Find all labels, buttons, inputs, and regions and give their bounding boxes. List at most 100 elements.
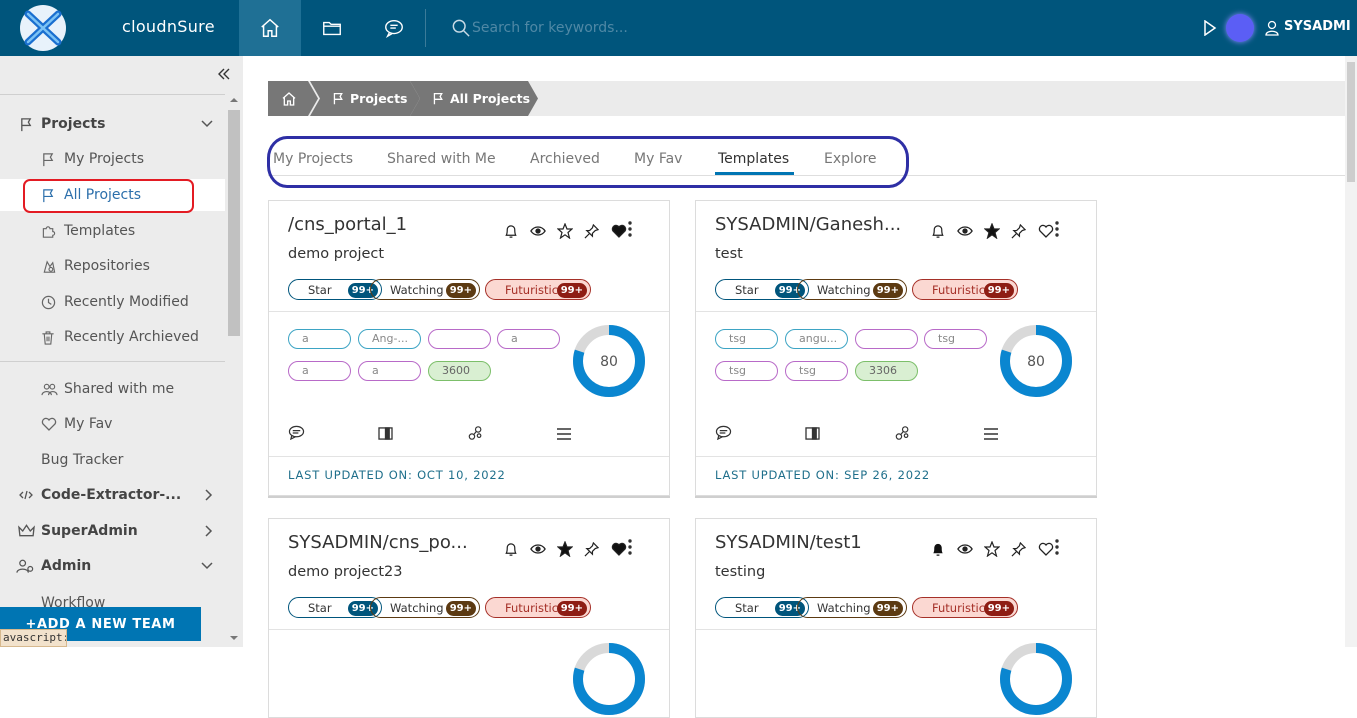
search-input[interactable]: [472, 17, 772, 39]
columns-icon[interactable]: [378, 425, 393, 444]
sidebar-item-admin[interactable]: Admin: [0, 550, 225, 582]
nav-home-button[interactable]: [239, 0, 301, 56]
sidebar-item-repositories[interactable]: Repositories: [0, 250, 225, 282]
sidebar-item-templates[interactable]: Templates: [0, 215, 225, 247]
sidebar-item-bug-tracker[interactable]: Bug Tracker: [0, 444, 225, 476]
user-icon: [1265, 20, 1279, 36]
futuristic-count-pill[interactable]: Futuristic 99+: [485, 597, 591, 618]
kebab-menu-icon[interactable]: [628, 539, 632, 555]
sidebar-item-label: Templates: [64, 223, 136, 239]
futuristic-count-pill[interactable]: Futuristic 99+: [912, 597, 1018, 618]
futuristic-count-pill[interactable]: Futuristic 99+: [912, 279, 1018, 300]
avatar[interactable]: [1226, 14, 1254, 42]
pill-label: Futuristic: [932, 600, 986, 615]
project-tag[interactable]: tsg: [715, 329, 778, 349]
pill-label: Watching: [817, 600, 871, 615]
star-icon[interactable]: [551, 221, 578, 241]
main-scrollbar[interactable]: [1345, 56, 1357, 647]
comment-icon[interactable]: [288, 425, 305, 444]
branch-icon[interactable]: [467, 425, 484, 445]
eye-icon[interactable]: [951, 221, 978, 241]
sidebar-item-my-fav[interactable]: My Fav: [0, 408, 225, 440]
project-tag[interactable]: angu...: [785, 329, 848, 349]
star-count-pill[interactable]: Star 99+: [288, 597, 382, 618]
project-tag[interactable]: tsg: [715, 361, 778, 381]
pin-icon[interactable]: [1005, 221, 1032, 241]
kebab-menu-icon[interactable]: [1055, 221, 1059, 237]
eye-icon[interactable]: [951, 539, 978, 559]
scroll-up-icon[interactable]: [230, 97, 238, 103]
breadcrumb-home[interactable]: [268, 81, 318, 116]
main-scrollbar-thumb[interactable]: [1347, 62, 1355, 182]
sidebar-scrollbar-thumb[interactable]: [228, 110, 240, 336]
pin-icon[interactable]: [1005, 539, 1032, 559]
star-icon[interactable]: [978, 221, 1005, 241]
kebab-menu-icon[interactable]: [1055, 539, 1059, 555]
play-icon[interactable]: [1203, 20, 1217, 36]
bell-icon[interactable]: [924, 539, 951, 559]
project-title[interactable]: SYSADMIN/cns_po...: [288, 532, 468, 553]
sidebar-item-superadmin[interactable]: SuperAdmin: [0, 515, 225, 547]
sidebar-item-recently-archieved[interactable]: Recently Archieved: [0, 321, 225, 353]
project-title[interactable]: /cns_portal_1: [288, 214, 407, 235]
cloudnsure-logo[interactable]: [16, 4, 70, 52]
bell-icon[interactable]: [924, 221, 951, 241]
project-card[interactable]: SYSADMIN/cns_po... demo project23 Star 99…: [268, 518, 670, 718]
project-tag[interactable]: a: [288, 361, 351, 381]
project-card[interactable]: SYSADMIN/test1 testing Star 99+ Watching 9…: [695, 518, 1097, 718]
watching-count-pill[interactable]: Watching 99+: [797, 597, 907, 618]
star-icon[interactable]: [551, 539, 578, 559]
project-card[interactable]: /cns_portal_1 demo project Star 99+ Watch…: [268, 200, 670, 496]
heart-icon: [41, 417, 57, 431]
star-icon[interactable]: [978, 539, 1005, 559]
eye-icon[interactable]: [524, 221, 551, 241]
breadcrumb-projects[interactable]: Projects: [310, 81, 420, 116]
project-card[interactable]: SYSADMIN/Ganesh... test Star 99+ Watching…: [695, 200, 1097, 496]
kebab-menu-icon[interactable]: [628, 221, 632, 237]
watching-count-pill[interactable]: Watching 99+: [370, 597, 480, 618]
project-tag[interactable]: 3306: [855, 361, 918, 381]
card-divider: [269, 456, 669, 457]
repository-icon: [41, 259, 57, 274]
pin-icon[interactable]: [578, 539, 605, 559]
sidebar-scrollbar[interactable]: [227, 94, 241, 647]
project-tag[interactable]: a: [358, 361, 421, 381]
project-tag[interactable]: a: [288, 329, 351, 349]
progress-label: 80: [1027, 354, 1045, 370]
menu-icon[interactable]: [556, 425, 572, 444]
sidebar-item-recently-modified[interactable]: Recently Modified: [0, 286, 225, 318]
project-tag[interactable]: 3600: [428, 361, 491, 381]
project-tag[interactable]: [855, 329, 918, 349]
star-count-pill[interactable]: Star 99+: [715, 279, 809, 300]
eye-icon[interactable]: [524, 539, 551, 559]
project-title[interactable]: SYSADMIN/test1: [715, 532, 862, 553]
columns-icon[interactable]: [805, 425, 820, 444]
futuristic-count-pill[interactable]: Futuristic 99+: [485, 279, 591, 300]
comment-icon[interactable]: [715, 425, 732, 444]
sidebar-item-projects[interactable]: Projects: [0, 108, 225, 140]
watching-count-pill[interactable]: Watching 99+: [370, 279, 480, 300]
branch-icon[interactable]: [894, 425, 911, 445]
project-tag[interactable]: Ang-...: [358, 329, 421, 349]
project-tag[interactable]: tsg: [785, 361, 848, 381]
nav-chat-button[interactable]: [363, 0, 425, 56]
scroll-down-icon[interactable]: [230, 635, 238, 641]
project-tag[interactable]: [428, 329, 491, 349]
sidebar-item-my-projects[interactable]: My Projects: [0, 143, 225, 175]
watching-count-pill[interactable]: Watching 99+: [797, 279, 907, 300]
sidebar-item-shared-with-me[interactable]: Shared with me: [0, 373, 225, 405]
bell-icon[interactable]: [497, 221, 524, 241]
nav-folder-button[interactable]: [301, 0, 363, 56]
sidebar-item-code-extractor[interactable]: Code-Extractor-...: [0, 479, 225, 511]
username[interactable]: SYSADMI: [1284, 19, 1351, 34]
star-count-pill[interactable]: Star 99+: [288, 279, 382, 300]
menu-icon[interactable]: [983, 425, 999, 444]
star-count-pill[interactable]: Star 99+: [715, 597, 809, 618]
collapse-sidebar-icon[interactable]: [217, 67, 231, 81]
project-title[interactable]: SYSADMIN/Ganesh...: [715, 214, 901, 235]
project-tag[interactable]: a: [497, 329, 560, 349]
bell-icon[interactable]: [497, 539, 524, 559]
pin-icon[interactable]: [578, 221, 605, 241]
breadcrumb-all-projects[interactable]: All Projects: [410, 81, 538, 116]
project-tag[interactable]: tsg: [924, 329, 987, 349]
